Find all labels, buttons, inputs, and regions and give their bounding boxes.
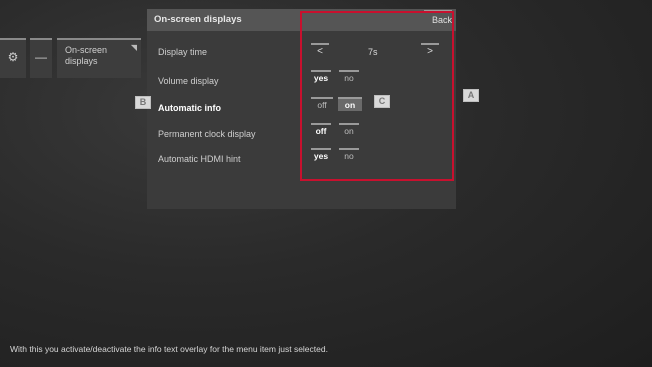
- gear-icon: ⚙: [7, 50, 19, 64]
- setting-label-hdmi-hint: Automatic HDMI hint: [158, 154, 241, 164]
- settings-gear-tab[interactable]: ⚙: [0, 38, 26, 78]
- setting-label-automatic-info: Automatic info: [158, 103, 221, 113]
- help-text: With this you activate/deactivate the in…: [10, 344, 328, 354]
- panel-title: On-screen displays: [154, 14, 242, 25]
- callout-marker-c: C: [374, 95, 390, 108]
- setting-label-volume-display: Volume display: [158, 76, 219, 86]
- sidebar-item-on-screen-displays[interactable]: On-screen displays ◥: [57, 38, 141, 78]
- callout-marker-b: B: [135, 96, 151, 109]
- setting-label-permanent-clock: Permanent clock display: [158, 129, 256, 139]
- collapsed-menu-tab[interactable]: —: [30, 38, 52, 78]
- dash-icon: —: [35, 50, 47, 64]
- setting-label-display-time: Display time: [158, 47, 208, 57]
- sidebar-item-label: On-screen displays: [65, 45, 108, 66]
- corner-indicator-icon: ◥: [130, 43, 137, 52]
- callout-marker-a: A: [463, 89, 479, 102]
